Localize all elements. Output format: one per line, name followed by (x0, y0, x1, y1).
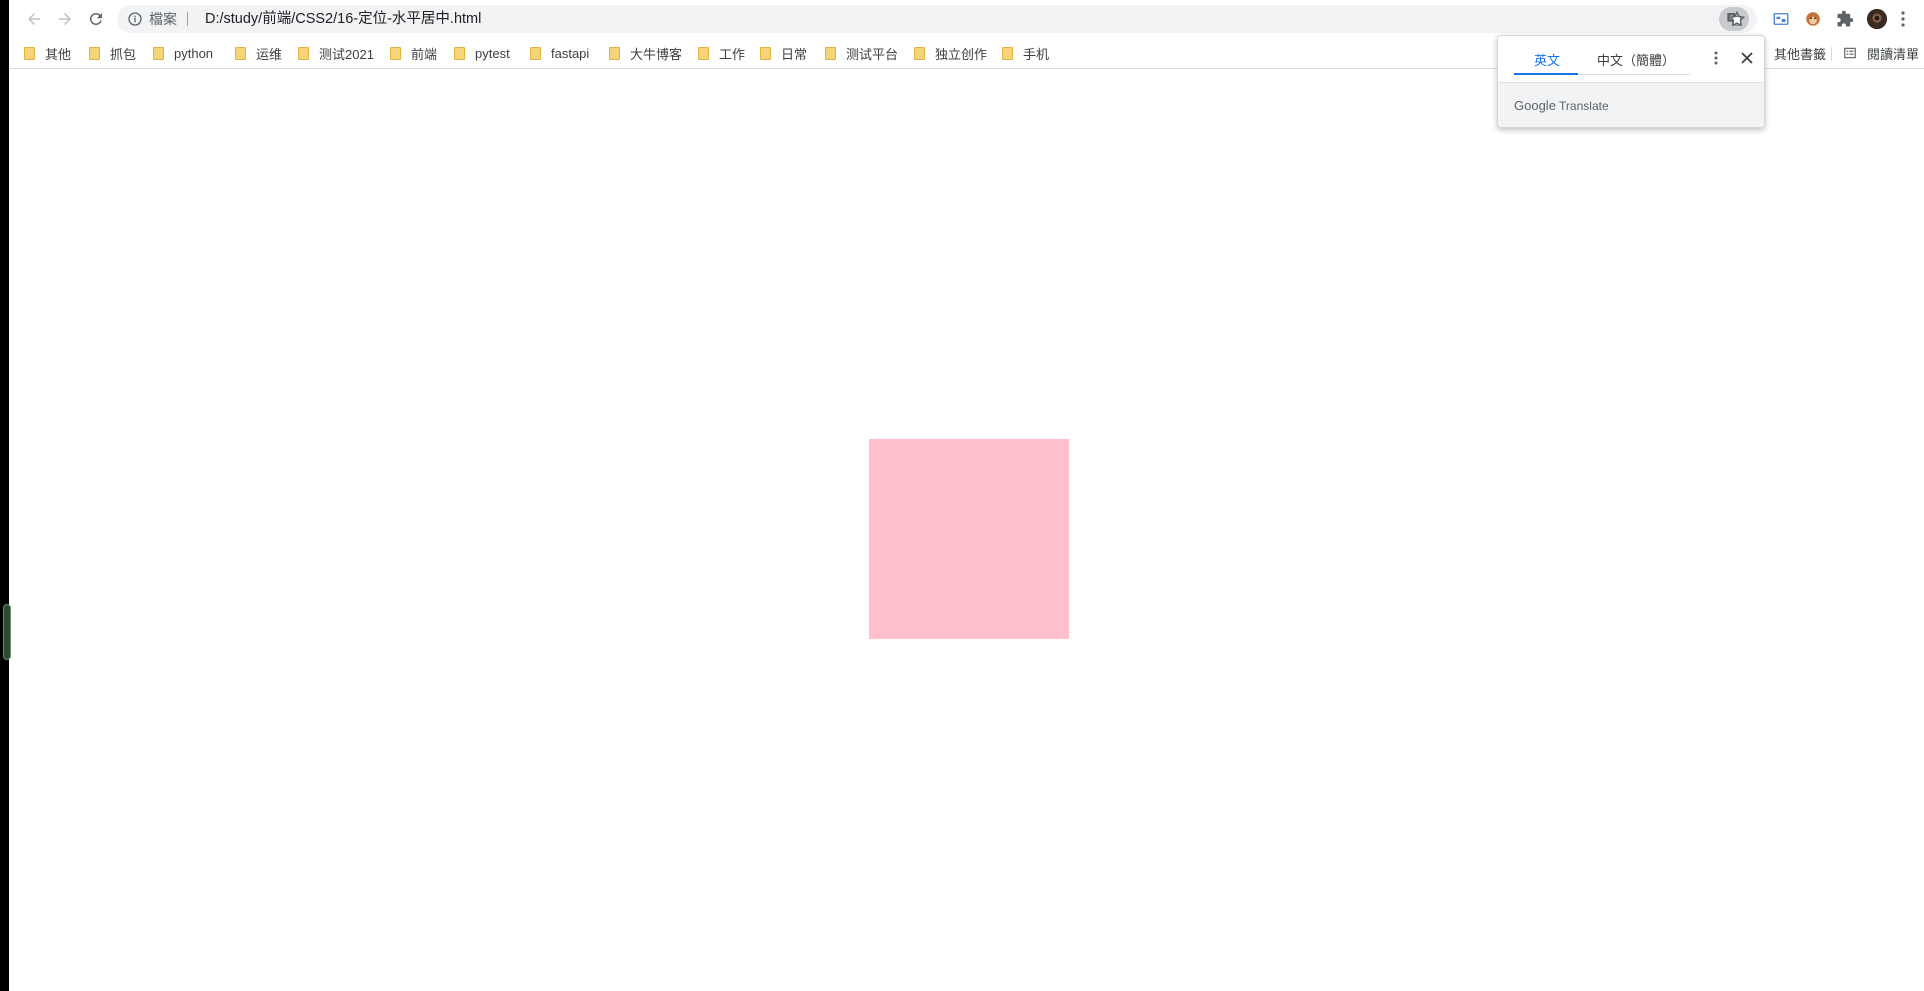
reading-list-label: 閱讀清單 (1867, 46, 1920, 62)
reload-button[interactable] (83, 6, 109, 32)
divider (187, 12, 188, 26)
bookmark-folder[interactable]: 手机 (1002, 43, 1049, 63)
bookmark-folder[interactable]: 前端 (390, 43, 437, 63)
tab-source-language[interactable]: 英文 (1534, 50, 1560, 69)
folder-icon (698, 46, 709, 60)
browser-menu-button[interactable] (1895, 7, 1911, 31)
bookmark-folder[interactable]: 运维 (235, 43, 282, 63)
page-content (9, 70, 1924, 991)
bookmark-label: 工作 (719, 46, 746, 62)
avatar-icon (1866, 8, 1888, 30)
centered-pink-box (869, 439, 1069, 639)
kebab-menu-icon (1714, 51, 1718, 65)
folder-icon (530, 46, 541, 60)
bookmark-label: 其他 (45, 46, 72, 62)
tab-target-language[interactable]: 中文（簡體） (1597, 50, 1675, 69)
info-icon (128, 12, 142, 26)
reload-icon (89, 12, 102, 25)
translate-popup: 英文 中文（簡體） Google Translate (1497, 35, 1765, 128)
google-logo-text: Google (1514, 98, 1556, 113)
site-info-chip[interactable]: 檔案 (127, 10, 188, 28)
monkey-icon (1806, 12, 1820, 26)
bookmark-label: 测试平台 (846, 46, 899, 62)
translate-tabs: 英文 中文（簡體） (1498, 36, 1764, 82)
folder-icon (914, 46, 925, 60)
folder-icon (24, 46, 35, 60)
address-bar[interactable]: 檔案 D:/study/前端/CSS2/16-定位-水平居中.html G (117, 5, 1757, 33)
bookmark-folder[interactable]: 测试平台 (825, 43, 898, 63)
extension-monkey-button[interactable] (1801, 7, 1825, 31)
browser-toolbar: 檔案 D:/study/前端/CSS2/16-定位-水平居中.html G (9, 0, 1924, 37)
folder-icon (298, 46, 309, 60)
bookmark-label: python (174, 45, 214, 61)
site-info-label: 檔案 (149, 11, 177, 27)
arrow-right-icon (59, 13, 71, 25)
bookmark-label: 前端 (411, 46, 438, 62)
bookmark-label: 测试2021 (319, 46, 374, 62)
folder-icon (390, 46, 401, 60)
url-text[interactable]: D:/study/前端/CSS2/16-定位-水平居中.html (205, 10, 481, 28)
bookmark-star-button[interactable] (1725, 7, 1749, 31)
star-icon (1728, 10, 1746, 27)
close-icon (1741, 52, 1753, 64)
folder-icon (454, 46, 465, 60)
bookmark-label: 抓包 (110, 46, 137, 62)
reading-list-button[interactable]: 閱讀清單 (1843, 43, 1919, 63)
active-tab-indicator (1514, 73, 1578, 75)
bookmark-folder[interactable]: 抓包 (89, 43, 136, 63)
folder-icon (609, 46, 620, 60)
bookmark-folder[interactable]: 日常 (760, 43, 807, 63)
side-scroll-handle[interactable] (3, 604, 11, 660)
divider (1831, 47, 1832, 61)
extension-window-button[interactable] (1769, 7, 1793, 31)
bookmark-folder[interactable]: 工作 (698, 43, 745, 63)
bookmark-label: 运维 (256, 46, 283, 62)
folder-icon (825, 46, 836, 60)
folder-icon (760, 46, 771, 60)
bookmark-label: fastapi (551, 45, 590, 61)
bookmark-folder[interactable]: 独立创作 (914, 43, 987, 63)
translate-label: Translate (1559, 99, 1609, 113)
bookmark-folder[interactable]: 大牛博客 (609, 43, 682, 63)
translate-close-button[interactable] (1736, 47, 1758, 69)
reading-list-icon (1844, 47, 1856, 59)
profile-avatar[interactable] (1865, 7, 1889, 31)
translate-options-button[interactable] (1705, 47, 1727, 69)
folder-icon (153, 46, 164, 60)
google-translate-brand: Google Translate (1514, 98, 1609, 113)
tab-divider (1578, 74, 1690, 75)
forward-button[interactable] (52, 6, 78, 32)
bookmark-label: 大牛博客 (630, 46, 683, 62)
folder-icon (235, 46, 246, 60)
translate-footer: Google Translate (1498, 82, 1764, 127)
bookmark-label: 其他書籤 (1774, 46, 1827, 62)
bookmark-label: 独立创作 (935, 46, 988, 62)
bookmark-folder[interactable]: 测试2021 (298, 43, 374, 63)
arrow-left-icon (28, 13, 40, 25)
bookmark-folder[interactable]: 其他 (24, 43, 71, 63)
folder-icon (1002, 46, 1013, 60)
window-extension-icon (1773, 13, 1789, 25)
bookmark-folder[interactable]: pytest (454, 43, 510, 63)
kebab-menu-icon (1901, 11, 1905, 27)
bookmark-label: 日常 (781, 46, 808, 62)
folder-icon (89, 46, 100, 60)
puzzle-icon (1837, 10, 1854, 27)
back-button[interactable] (21, 6, 47, 32)
extensions-button[interactable] (1833, 7, 1857, 31)
browser-window: 檔案 D:/study/前端/CSS2/16-定位-水平居中.html G 其他… (9, 0, 1924, 991)
bookmark-label: 手机 (1023, 46, 1050, 62)
bookmark-label: pytest (475, 45, 510, 61)
bookmark-folder[interactable]: fastapi (530, 43, 589, 63)
bookmark-folder[interactable]: python (153, 43, 213, 63)
